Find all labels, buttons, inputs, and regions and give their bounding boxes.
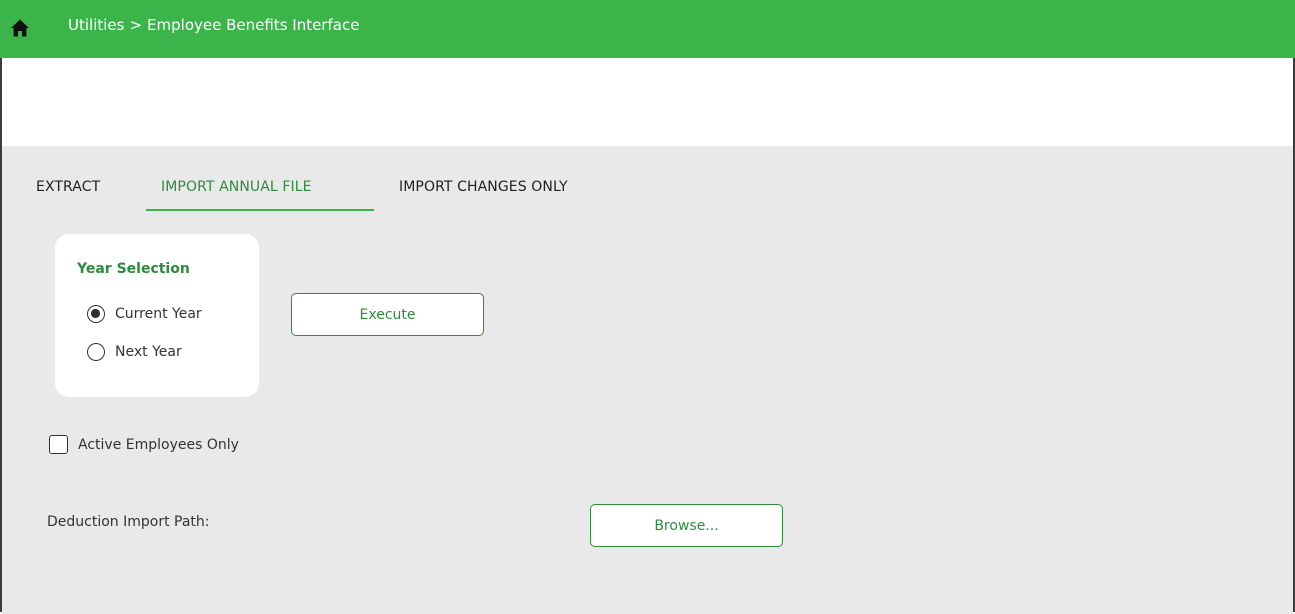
execute-button[interactable]: Execute — [291, 293, 484, 336]
main-content: EXTRACT IMPORT ANNUAL FILE IMPORT CHANGE… — [2, 146, 1293, 614]
radio-current-year[interactable]: Current Year — [87, 303, 202, 325]
home-icon[interactable] — [10, 18, 30, 38]
radio-next-year[interactable]: Next Year — [87, 341, 182, 363]
year-selection-group: Year Selection Current Year Next Year — [55, 234, 259, 397]
tab-import-changes-only[interactable]: IMPORT CHANGES ONLY — [399, 179, 568, 195]
breadcrumb-item-utilities[interactable]: Utilities — [68, 16, 124, 34]
breadcrumb-item-current: Employee Benefits Interface — [147, 16, 360, 34]
browse-button[interactable]: Browse... — [590, 504, 783, 547]
breadcrumb-separator: > — [129, 16, 143, 34]
active-tab-indicator — [146, 209, 374, 211]
header-spacer — [2, 58, 1293, 146]
radio-button-checked[interactable] — [87, 305, 105, 323]
breadcrumb: Utilities > Employee Benefits Interface — [68, 16, 359, 34]
radio-label-current-year: Current Year — [115, 306, 202, 322]
deduction-import-path-label: Deduction Import Path: — [47, 514, 210, 530]
top-navigation-bar: Utilities > Employee Benefits Interface — [0, 0, 1295, 58]
tab-extract[interactable]: EXTRACT — [36, 179, 100, 195]
year-selection-title: Year Selection — [77, 261, 190, 277]
radio-label-next-year: Next Year — [115, 344, 182, 360]
active-employees-only-checkbox[interactable]: Active Employees Only — [49, 435, 239, 454]
radio-button-unchecked[interactable] — [87, 343, 105, 361]
checkbox-box[interactable] — [49, 435, 68, 454]
checkbox-label-active-employees: Active Employees Only — [78, 436, 239, 453]
tab-import-annual-file[interactable]: IMPORT ANNUAL FILE — [161, 179, 312, 195]
